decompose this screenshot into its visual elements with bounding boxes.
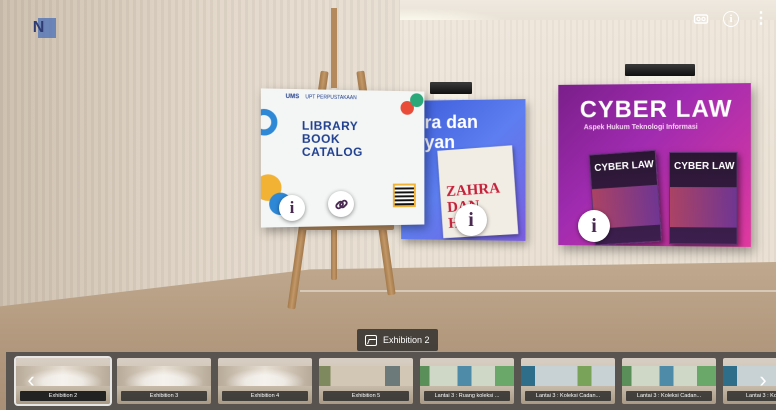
scene-thumbnail-strip[interactable]: Exhibition 2 Exhibition 3 Exhibition 4 E…	[6, 352, 776, 410]
thumbnail-image	[218, 366, 312, 386]
poster-subtitle: Aspek Hukum Teknologi Informasi	[583, 123, 698, 132]
thumbnail-lantai-3-koleksi-cadangan[interactable]: Lantai 3 : Koleksi Cadan...	[622, 358, 716, 404]
poster-header: UMS UPT PERPUSTAKAAN	[261, 88, 424, 107]
info-hotspot[interactable]: i	[578, 210, 610, 242]
thumbnail-image	[117, 366, 211, 386]
info-icon: i	[591, 214, 597, 237]
info-hotspot[interactable]: i	[455, 204, 487, 236]
thumbnail-label: Lantai 3 : Koleksi Cadan...	[626, 391, 712, 401]
poster-title: ra dan yan	[424, 111, 478, 153]
poster-title: LIBRARY BOOK CATALOG	[301, 118, 363, 160]
thumbnail-image	[420, 366, 514, 386]
top-right-controls: i ⋮	[692, 10, 770, 28]
book-art	[669, 187, 737, 228]
baseboard	[300, 290, 776, 292]
easel-mast	[331, 8, 337, 88]
next-scene-button[interactable]: ›	[752, 360, 774, 400]
vr-button[interactable]	[692, 10, 710, 28]
thumbnail-label: Exhibition 5	[323, 391, 409, 401]
spot-lamp	[625, 64, 695, 81]
thumbnail-image	[622, 366, 716, 386]
thumbnail-exhibition-4[interactable]: Exhibition 4	[218, 358, 312, 404]
thumbnail-exhibition-5[interactable]: Exhibition 5	[319, 358, 413, 404]
thumbnail-lantai-3-ruang-koleksi[interactable]: Lantai 3 : Ruang koleksi ...	[420, 358, 514, 404]
thumbnail-label: Exhibition 4	[222, 391, 308, 401]
qr-code-icon	[392, 183, 416, 208]
decor-circle	[260, 108, 278, 136]
info-icon: i	[289, 198, 295, 217]
vr-headset-icon	[693, 14, 709, 24]
menu-button[interactable]: ⋮	[752, 10, 770, 28]
link-icon	[334, 199, 348, 209]
poster-title: CYBER LAW	[579, 95, 733, 124]
thumbnail-exhibition-3[interactable]: Exhibition 3	[117, 358, 211, 404]
thumbnail-image	[521, 366, 615, 386]
info-icon: i	[468, 208, 474, 231]
image-icon	[365, 334, 377, 346]
info-button[interactable]: i	[722, 10, 740, 28]
scene-label-text: Exhibition 2	[383, 335, 430, 345]
book-cover: CYBER LAW	[668, 151, 738, 245]
info-hotspot[interactable]: i	[279, 195, 305, 221]
ums-logo: UMS	[285, 93, 300, 101]
link-hotspot[interactable]	[328, 191, 354, 217]
app-logo[interactable]: N	[20, 16, 56, 40]
prev-scene-button[interactable]: ‹	[20, 360, 42, 400]
logo-text: N	[32, 19, 45, 36]
kebab-menu-icon: ⋮	[753, 10, 769, 27]
library-logo: UPT PERPUSTAKAAN	[305, 94, 357, 102]
thumbnail-label: Exhibition 3	[121, 391, 207, 401]
info-icon: i	[723, 11, 739, 27]
book-title: CYBER LAW	[673, 160, 735, 173]
chevron-right-icon: ›	[759, 367, 767, 392]
thumbnail-label: Lantai 3 : Ruang koleksi ...	[424, 391, 510, 401]
thumbnail-list: Exhibition 2 Exhibition 3 Exhibition 4 E…	[14, 356, 776, 406]
chevron-left-icon: ‹	[27, 367, 35, 392]
spot-lamp	[430, 82, 472, 99]
current-scene-label[interactable]: Exhibition 2	[357, 329, 438, 351]
book-title: CYBER LAW	[594, 158, 655, 175]
thumbnail-lantai-3-koleksi-cadangan[interactable]: Lantai 3 : Koleksi Cadan...	[521, 358, 615, 404]
thumbnail-image	[319, 366, 413, 386]
thumbnail-label: Lantai 3 : Koleksi Cadan...	[525, 391, 611, 401]
